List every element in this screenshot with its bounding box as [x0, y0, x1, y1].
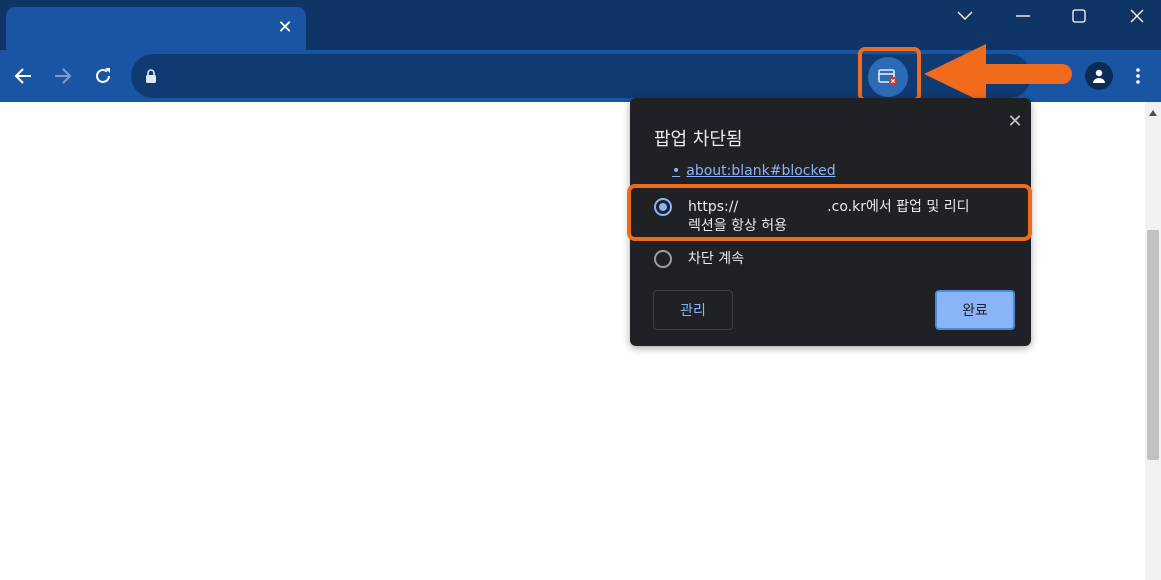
back-arrow-icon[interactable]: [9, 62, 37, 90]
menu-dots-icon[interactable]: [1130, 63, 1146, 89]
popup-blocked-dialog: 팝업 차단됨 ✕ • about:blank#blocked https:// .…: [627, 98, 1032, 346]
browser-tab[interactable]: ✕: [6, 7, 306, 50]
profile-icon[interactable]: [1085, 62, 1113, 90]
dialog-close-icon[interactable]: ✕: [1004, 111, 1026, 133]
popup-icon-highlight: [858, 47, 921, 102]
chevron-down-icon[interactable]: [950, 4, 980, 28]
bullet: •: [672, 163, 681, 179]
manage-button[interactable]: 관리: [653, 290, 733, 330]
scroll-thumb[interactable]: [1147, 230, 1159, 460]
reload-icon[interactable]: [89, 62, 117, 90]
blocked-link-text: about:blank#blocked: [686, 163, 836, 179]
scrollbar[interactable]: [1145, 102, 1161, 580]
dialog-title: 팝업 차단됨: [654, 129, 743, 150]
lock-icon[interactable]: [145, 68, 157, 87]
tab-close-icon[interactable]: ✕: [274, 17, 296, 39]
radio-unselected-icon[interactable]: [654, 250, 672, 268]
minimize-icon[interactable]: [1008, 4, 1038, 28]
forward-arrow-icon[interactable]: [49, 62, 77, 90]
option-keep-blocking-label: 차단 계속: [688, 251, 744, 267]
maximize-icon[interactable]: [1064, 4, 1094, 28]
blocked-popup-link[interactable]: • about:blank#blocked: [672, 163, 836, 179]
scroll-up-icon[interactable]: [1149, 110, 1157, 116]
option-highlight: [627, 184, 1032, 241]
pointer-arrow-icon: [924, 44, 1072, 104]
done-button[interactable]: 완료: [935, 290, 1015, 330]
window-close-icon[interactable]: [1122, 4, 1152, 28]
